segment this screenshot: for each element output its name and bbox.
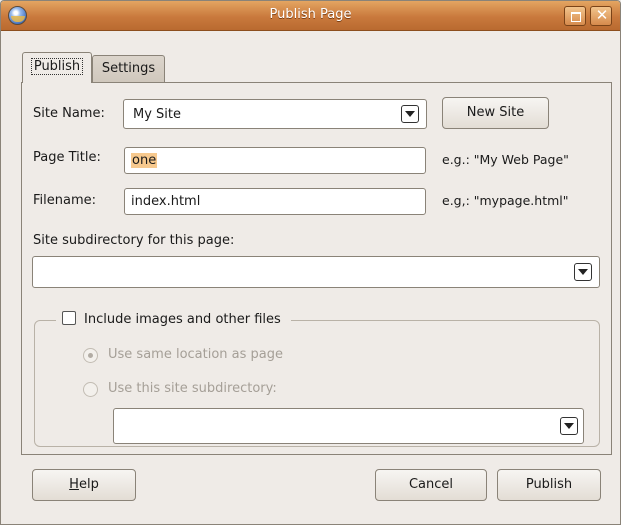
page-title-input[interactable]: one [124,147,426,174]
tab-publish[interactable]: Publish [22,52,92,83]
use-subdirectory-label: Use this site subdirectory: [108,381,277,396]
files-subdirectory-combo[interactable] [113,408,584,444]
publish-panel: Site Name: My Site New Site Page Title: … [21,82,612,455]
page-title-value: one [131,153,158,168]
new-site-button[interactable]: New Site [442,97,549,129]
files-subdirectory-dropdown-icon[interactable] [560,417,578,435]
filename-hint: e.g,: "mypage.html" [442,193,569,208]
close-icon: ✕ [595,6,609,24]
filename-input[interactable]: index.html [124,188,426,215]
site-name-dropdown-icon[interactable] [401,105,419,123]
title-bar[interactable]: Publish Page ✕ [1,1,620,31]
filename-value: index.html [131,194,201,209]
publish-button[interactable]: Publish [497,469,601,501]
close-button[interactable]: ✕ [590,6,612,26]
publish-page-dialog: Publish Page ✕ Publish Settings Site Nam… [0,0,621,525]
help-mnemonic: H [69,477,79,492]
subdirectory-combo[interactable] [32,256,600,288]
same-location-radio[interactable] [83,348,98,363]
include-files-checkbox[interactable] [62,311,76,325]
same-location-label: Use same location as page [108,347,284,362]
site-name-label: Site Name: [33,106,105,121]
use-subdirectory-radio[interactable] [83,382,98,397]
page-title-label: Page Title: [33,150,101,165]
help-label-rest: elp [78,477,99,492]
subdirectory-label: Site subdirectory for this page: [33,233,235,248]
tab-settings[interactable]: Settings [92,55,165,83]
cancel-button[interactable]: Cancel [375,469,487,501]
filename-label: Filename: [33,193,97,208]
include-files-header[interactable]: Include images and other files [56,311,291,331]
site-name-combo[interactable]: My Site [123,99,427,129]
help-button[interactable]: Help [32,469,136,501]
tab-publish-label: Publish [30,58,84,75]
window-title: Publish Page [269,7,352,22]
site-name-value: My Site [133,107,182,122]
page-title-hint: e.g.: "My Web Page" [442,152,569,167]
subdirectory-dropdown-icon[interactable] [574,263,592,281]
maximize-button[interactable] [564,6,586,26]
include-files-label: Include images and other files [84,312,281,327]
